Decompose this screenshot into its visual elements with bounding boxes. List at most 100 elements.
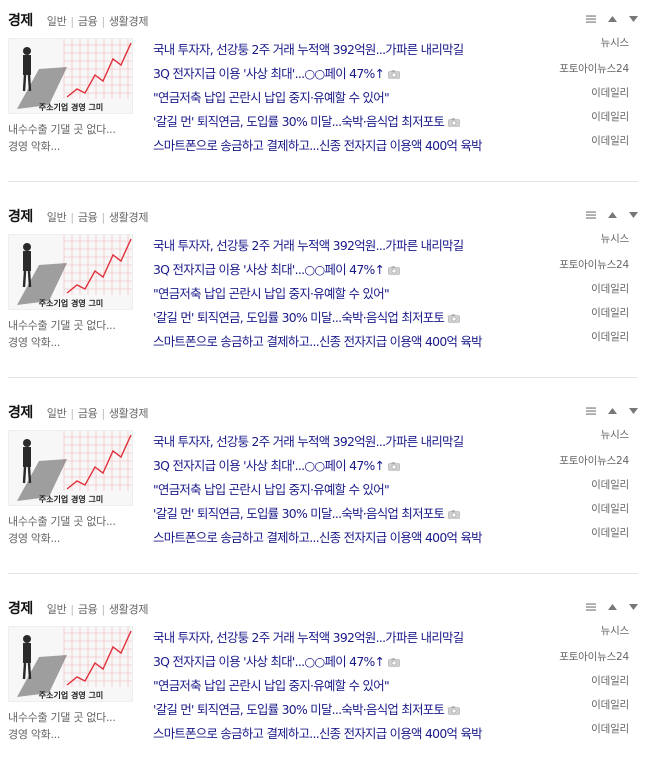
headline-link[interactable]: 스마트폰으로 송금하고 결제하고...신종 전자지급 이용액 400억 육박 — [153, 136, 483, 154]
menu-icon[interactable] — [585, 406, 597, 416]
source-label[interactable]: 뉴시스 — [601, 35, 630, 50]
move-up-icon[interactable] — [606, 210, 618, 220]
source-label[interactable]: 뉴시스 — [601, 231, 630, 246]
move-up-icon[interactable] — [606, 14, 618, 24]
headline-link[interactable]: '갈길 먼' 퇴직연금, 도입률 30% 미달...숙박·음식업 최저포토 — [153, 700, 460, 718]
subcategory-link[interactable]: 생활경제 — [109, 603, 149, 616]
source-label[interactable]: 이데일리 — [591, 721, 629, 736]
source-label[interactable]: 이데일리 — [591, 501, 629, 516]
source-label[interactable]: 이데일리 — [591, 673, 629, 688]
headline-row: "연금저축 납입 곤란시 납입 중지·유예할 수 있어" 이데일리 — [153, 673, 633, 697]
thumbnail-image[interactable]: 주소기업 경영 그미 — [8, 234, 133, 310]
subcategory-link[interactable]: 일반 — [47, 15, 67, 28]
thumbnail-image[interactable]: 주소기업 경영 그미 — [8, 430, 133, 506]
thumbnail-caption[interactable]: 내수수출 기댈 곳 없다... 경영 악화... — [8, 709, 140, 743]
news-widget-list: 경제 일반 | 금융 | 생활경제 주소기업 경영 그미 내수수출 기댈 곳 없다... 경영 … — [0, 0, 663, 757]
separator: | — [101, 211, 105, 224]
headline-link[interactable]: 3Q 전자지급 이용 '사상 최대'...○○페이 47%↑ — [153, 456, 401, 474]
subcategory-link[interactable]: 일반 — [47, 407, 67, 420]
source-label[interactable]: 이데일리 — [591, 525, 629, 540]
headline-text: 스마트폰으로 송금하고 결제하고...신종 전자지급 이용액 400억 육박 — [153, 726, 483, 741]
subcategory-link[interactable]: 일반 — [47, 211, 67, 224]
thumbnail-illustration: 주소기업 경영 그미 — [9, 39, 132, 113]
source-label[interactable]: 뉴시스 — [601, 623, 630, 638]
move-down-icon[interactable] — [627, 14, 639, 24]
headline-link[interactable]: "연금저축 납입 곤란시 납입 중지·유예할 수 있어" — [153, 88, 390, 106]
source-label[interactable]: 이데일리 — [591, 109, 629, 124]
thumbnail-image[interactable]: 주소기업 경영 그미 — [8, 626, 133, 702]
subcategory-link[interactable]: 금융 — [78, 15, 98, 28]
headline-link[interactable]: 국내 투자자, 선강퉁 2주 거래 누적액 392억원...가파른 내리막길 — [153, 432, 464, 450]
source-label[interactable]: 이데일리 — [591, 281, 629, 296]
subcategory-link[interactable]: 일반 — [47, 603, 67, 616]
headline-link[interactable]: 스마트폰으로 송금하고 결제하고...신종 전자지급 이용액 400억 육박 — [153, 724, 483, 742]
source-label[interactable]: 이데일리 — [591, 477, 629, 492]
headline-link[interactable]: 스마트폰으로 송금하고 결제하고...신종 전자지급 이용액 400억 육박 — [153, 528, 483, 546]
thumbnail-caption-line: 내수수출 기댈 곳 없다... — [8, 123, 116, 136]
headline-row: '갈길 먼' 퇴직연금, 도입률 30% 미달...숙박·음식업 최저포토 이데일… — [153, 109, 633, 133]
thumbnail-text: 주소기업 경영 그미 — [39, 102, 103, 112]
move-up-icon[interactable] — [606, 406, 618, 416]
source-label[interactable]: 이데일리 — [591, 133, 629, 148]
headline-link[interactable]: "연금저축 납입 곤란시 납입 중지·유예할 수 있어" — [153, 676, 390, 694]
source-label[interactable]: 포토아이뉴스24 — [559, 453, 629, 468]
menu-icon[interactable] — [585, 210, 597, 220]
move-down-icon[interactable] — [627, 602, 639, 612]
subcategory-link[interactable]: 금융 — [78, 407, 98, 420]
thumbnail-image[interactable]: 주소기업 경영 그미 — [8, 38, 133, 114]
headline-link[interactable]: 3Q 전자지급 이용 '사상 최대'...○○페이 47%↑ — [153, 260, 401, 278]
source-label[interactable]: 포토아이뉴스24 — [559, 649, 629, 664]
source-label[interactable]: 이데일리 — [591, 85, 629, 100]
camera-icon — [448, 510, 460, 519]
headline-row: 3Q 전자지급 이용 '사상 최대'...○○페이 47%↑ 포토아이뉴스24 — [153, 649, 633, 673]
headline-link[interactable]: 국내 투자자, 선강퉁 2주 거래 누적액 392억원...가파른 내리막길 — [153, 628, 464, 646]
section-title[interactable]: 경제 — [8, 402, 33, 422]
thumbnail-text: 주소기업 경영 그미 — [39, 690, 103, 700]
headline-row: 스마트폰으로 송금하고 결제하고...신종 전자지급 이용액 400억 육박 이데… — [153, 329, 633, 353]
headline-link[interactable]: 국내 투자자, 선강퉁 2주 거래 누적액 392억원...가파른 내리막길 — [153, 40, 464, 58]
headline-row: 국내 투자자, 선강퉁 2주 거래 누적액 392억원...가파른 내리막길 뉴시… — [153, 429, 633, 453]
headline-row: 스마트폰으로 송금하고 결제하고...신종 전자지급 이용액 400억 육박 이데… — [153, 721, 633, 745]
subcategory-link[interactable]: 생활경제 — [109, 211, 149, 224]
source-label[interactable]: 이데일리 — [591, 697, 629, 712]
subcategory-link[interactable]: 생활경제 — [109, 407, 149, 420]
headline-text: 스마트폰으로 송금하고 결제하고...신종 전자지급 이용액 400억 육박 — [153, 530, 483, 545]
headline-link[interactable]: "연금저축 납입 곤란시 납입 중지·유예할 수 있어" — [153, 480, 390, 498]
subcategory-link[interactable]: 금융 — [78, 603, 98, 616]
thumbnail-caption[interactable]: 내수수출 기댈 곳 없다... 경영 악화... — [8, 121, 140, 155]
menu-icon[interactable] — [585, 14, 597, 24]
thumbnail-caption[interactable]: 내수수출 기댈 곳 없다... 경영 악화... — [8, 317, 140, 351]
section-controls — [585, 406, 639, 416]
subcategory-link[interactable]: 생활경제 — [109, 15, 149, 28]
headline-link[interactable]: '갈길 먼' 퇴직연금, 도입률 30% 미달...숙박·음식업 최저포토 — [153, 112, 460, 130]
subcategory-link[interactable]: 금융 — [78, 211, 98, 224]
move-up-icon[interactable] — [606, 602, 618, 612]
headline-link[interactable]: 3Q 전자지급 이용 '사상 최대'...○○페이 47%↑ — [153, 652, 401, 670]
menu-icon[interactable] — [585, 602, 597, 612]
headline-link[interactable]: '갈길 먼' 퇴직연금, 도입률 30% 미달...숙박·음식업 최저포토 — [153, 504, 460, 522]
headline-text: "연금저축 납입 곤란시 납입 중지·유예할 수 있어" — [153, 90, 390, 105]
source-label[interactable]: 포토아이뉴스24 — [559, 257, 629, 272]
headline-link[interactable]: '갈길 먼' 퇴직연금, 도입률 30% 미달...숙박·음식업 최저포토 — [153, 308, 460, 326]
section-title[interactable]: 경제 — [8, 598, 33, 618]
move-down-icon[interactable] — [627, 210, 639, 220]
source-label[interactable]: 이데일리 — [591, 305, 629, 320]
camera-icon — [388, 658, 401, 667]
move-down-icon[interactable] — [627, 406, 639, 416]
headline-text: '갈길 먼' 퇴직연금, 도입률 30% 미달...숙박·음식업 최저포토 — [153, 114, 445, 129]
section-title[interactable]: 경제 — [8, 206, 33, 226]
headline-link[interactable]: 3Q 전자지급 이용 '사상 최대'...○○페이 47%↑ — [153, 64, 401, 82]
headline-link[interactable]: "연금저축 납입 곤란시 납입 중지·유예할 수 있어" — [153, 284, 390, 302]
section-title[interactable]: 경제 — [8, 10, 33, 30]
thumbnail-illustration: 주소기업 경영 그미 — [9, 235, 132, 309]
news-section: 경제 일반 | 금융 | 생활경제 주소기업 경영 그미 내수수출 기댈 곳 없다... 경영 … — [0, 196, 663, 386]
thumbnail-caption[interactable]: 내수수출 기댈 곳 없다... 경영 악화... — [8, 513, 140, 547]
source-label[interactable]: 이데일리 — [591, 329, 629, 344]
source-label[interactable]: 뉴시스 — [601, 427, 630, 442]
source-label[interactable]: 포토아이뉴스24 — [559, 61, 629, 76]
headline-link[interactable]: 스마트폰으로 송금하고 결제하고...신종 전자지급 이용액 400억 육박 — [153, 332, 483, 350]
news-section: 경제 일반 | 금융 | 생활경제 주소기업 경영 그미 내수수출 기댈 곳 없다... 경영 … — [0, 392, 663, 582]
headline-link[interactable]: 국내 투자자, 선강퉁 2주 거래 누적액 392억원...가파른 내리막길 — [153, 236, 464, 254]
section-divider — [8, 377, 638, 378]
headline-text: "연금저축 납입 곤란시 납입 중지·유예할 수 있어" — [153, 286, 390, 301]
